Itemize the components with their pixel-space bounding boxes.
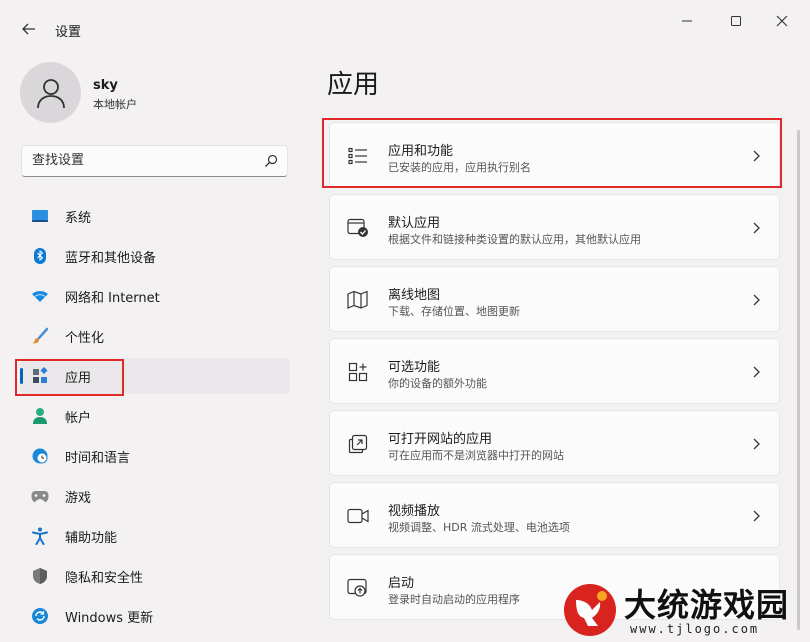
card-subtitle: 可在应用而不是浏览器中打开的网站 [388,449,564,462]
card-title: 默认应用 [388,216,441,231]
sidebar-item-label: 帐户 [65,410,92,426]
card-subtitle: 登录时自动启动的应用程序 [388,593,520,606]
sidebar-item-label: 辅助功能 [65,530,118,546]
card-offline-maps[interactable]: 离线地图 下载、存储位置、地图更新 [329,266,780,332]
sidebar-nav: 系统 蓝牙和其他设备 网络和 Internet 个性化 应用 帐户 时间和语言 … [20,198,290,638]
shield-icon [31,567,49,585]
card-optional-features[interactable]: 可选功能 你的设备的额外功能 [329,338,780,404]
sidebar-item-label: 蓝牙和其他设备 [65,250,157,266]
sidebar-item-system[interactable]: 系统 [20,198,290,234]
avatar [20,62,81,123]
brush-icon [31,327,49,345]
user-profile[interactable]: sky 本地帐户 [20,62,290,124]
watermark-url: www.tjlogo.com [630,622,760,636]
card-subtitle: 根据文件和链接种类设置的默认应用，其他默认应用 [388,233,641,246]
card-apps-for-websites[interactable]: 可打开网站的应用 可在应用而不是浏览器中打开的网站 [329,410,780,476]
sidebar-item-label: 时间和语言 [65,450,131,466]
sidebar-item-gaming[interactable]: 游戏 [20,478,290,514]
close-button[interactable] [760,8,804,34]
card-title: 可打开网站的应用 [388,432,493,447]
monitor-icon [31,207,49,225]
watermark: 大统游戏园 www.tjlogo.com [556,576,810,642]
brand-logo-icon [564,584,616,636]
gamepad-icon [31,487,49,505]
sidebar-item-accounts[interactable]: 帐户 [20,398,290,434]
card-subtitle: 你的设备的额外功能 [388,377,487,390]
open-in-app-icon [347,433,369,455]
settings-cards: 应用和功能 已安装的应用，应用执行别名 默认应用 根据文件和链接种类设置的默认应… [329,122,780,626]
sidebar-item-time-language[interactable]: 时间和语言 [20,438,290,474]
map-icon [347,289,369,311]
chevron-right-icon [753,294,760,306]
scrollbar[interactable] [797,130,800,630]
card-subtitle: 视频调整、HDR 流式处理、电池选项 [388,521,570,534]
sidebar-item-accessibility[interactable]: 辅助功能 [20,518,290,554]
chevron-right-icon [753,366,760,378]
sidebar-item-bluetooth[interactable]: 蓝牙和其他设备 [20,238,290,274]
page-title: 应用 [327,70,380,100]
maximize-icon [731,16,741,26]
startup-icon [347,577,369,599]
arrow-left-icon [22,23,35,35]
default-apps-icon [347,217,369,239]
card-title: 离线地图 [388,288,441,303]
video-icon [347,505,369,527]
card-subtitle: 下载、存储位置、地图更新 [388,305,520,318]
search-icon[interactable] [264,154,278,168]
wifi-icon [31,287,49,305]
sidebar-item-windows-update[interactable]: Windows 更新 [20,598,290,634]
chevron-right-icon [753,510,760,522]
sidebar-item-label: 游戏 [65,490,92,506]
close-icon [776,15,788,27]
sidebar-item-privacy[interactable]: 隐私和安全性 [20,558,290,594]
user-name: sky [93,78,118,93]
annotation-highlight-nav [15,359,124,396]
card-title: 可选功能 [388,360,441,375]
card-default-apps[interactable]: 默认应用 根据文件和链接种类设置的默认应用，其他默认应用 [329,194,780,260]
sidebar-item-label: 系统 [65,210,92,226]
sidebar-item-personalization[interactable]: 个性化 [20,318,290,354]
sidebar-item-label: 网络和 Internet [65,290,160,306]
bluetooth-icon [31,247,49,265]
annotation-highlight-card [322,118,782,188]
chevron-right-icon [753,222,760,234]
accessibility-icon [31,527,49,545]
search-input[interactable] [32,153,252,168]
card-video-playback[interactable]: 视频播放 视频调整、HDR 流式处理、电池选项 [329,482,780,548]
chevron-right-icon [753,438,760,450]
card-title: 视频播放 [388,504,441,519]
window-title: 设置 [55,25,82,40]
sidebar-item-label: 隐私和安全性 [65,570,144,586]
account-type: 本地帐户 [93,98,137,111]
update-icon [31,607,49,625]
watermark-brand: 大统游戏园 [624,586,790,624]
minimize-button[interactable] [665,8,709,34]
minimize-icon [682,20,692,22]
title-bar: 设置 [0,0,810,58]
maximize-button[interactable] [714,8,758,34]
sidebar-item-network[interactable]: 网络和 Internet [20,278,290,314]
sidebar-item-label: Windows 更新 [65,610,154,626]
sidebar-item-label: 个性化 [65,330,105,346]
back-button[interactable] [14,16,44,42]
person-icon [36,78,65,108]
optional-features-icon [347,361,369,383]
search-box[interactable] [21,145,288,177]
person-icon [31,407,49,425]
globe-clock-icon [31,447,49,465]
card-title: 启动 [388,576,415,591]
